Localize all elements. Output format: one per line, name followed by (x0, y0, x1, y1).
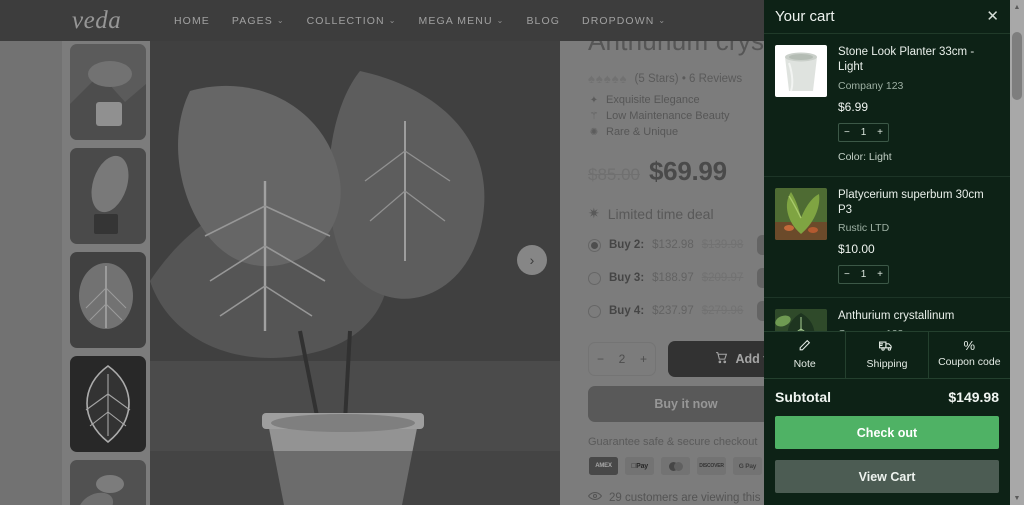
cart-coupon-label: Coupon code (938, 356, 1001, 368)
checkout-button[interactable]: Check out (775, 416, 999, 449)
quantity-decrease-button[interactable]: − (844, 127, 850, 138)
scroll-up-arrow[interactable]: ▲ (1010, 0, 1024, 14)
cart-item: Anthurium crystallinum Company 123 (764, 298, 1010, 331)
quantity-value: 1 (860, 269, 867, 281)
quantity-value: 1 (860, 126, 867, 138)
cart-item-name[interactable]: Anthurium crystallinum (838, 309, 999, 324)
cart-item-vendor: Company 123 (838, 328, 999, 331)
cart-item-vendor: Company 123 (838, 79, 904, 92)
cart-item-price: $10.00 (838, 242, 875, 257)
cart-coupon-button[interactable]: % Coupon code (927, 332, 1010, 378)
quantity-increase-button[interactable]: + (877, 269, 883, 280)
cart-action-bar: Note Shipping % Coupon code (764, 331, 1010, 379)
cart-item: Platycerium superbum 30cm P3 Rustic LTD … (764, 177, 1010, 299)
quantity-increase-button[interactable]: + (877, 127, 883, 138)
cart-item-thumbnail[interactable] (775, 187, 827, 240)
cart-drawer: Your cart ✕ Stone Look Planter 33cm - Li… (764, 0, 1010, 505)
cart-item-thumbnail[interactable] (775, 309, 827, 331)
cart-item-info: Anthurium crystallinum Company 123 (838, 309, 999, 331)
cart-note-label: Note (793, 358, 816, 370)
cart-item-name[interactable]: Platycerium superbum 30cm P3 (838, 188, 999, 219)
cart-item-quantity-stepper[interactable]: − 1 + (838, 122, 889, 142)
subtotal-label: Subtotal (775, 389, 831, 405)
checkout-label: Check out (856, 425, 918, 440)
view-cart-label: View Cart (858, 469, 916, 484)
cart-item-price: $6.99 (838, 99, 869, 114)
scroll-down-arrow[interactable]: ▼ (1010, 491, 1024, 505)
cart-shipping-label: Shipping (866, 358, 908, 370)
view-cart-button[interactable]: View Cart (775, 460, 999, 493)
cart-item-name[interactable]: Stone Look Planter 33cm - Light (838, 45, 999, 76)
cart-header: Your cart ✕ (764, 0, 1010, 34)
cart-item: Stone Look Planter 33cm - Light Company … (764, 34, 1010, 177)
screen: › Anthurium crystallinum ♠♠♠♠♠ (5 Stars)… (0, 0, 1024, 505)
percent-icon: % (963, 338, 976, 353)
planter-image (775, 45, 827, 97)
cart-note-button[interactable]: Note (764, 332, 845, 378)
scrollbar-thumb[interactable] (1012, 32, 1022, 100)
cart-item-info: Platycerium superbum 30cm P3 Rustic LTD … (838, 188, 999, 285)
staghorn-fern-image (775, 187, 827, 240)
cart-items-list[interactable]: Stone Look Planter 33cm - Light Company … (764, 34, 1010, 331)
anthurium-image (775, 309, 827, 331)
subtotal-row: Subtotal $149.98 (775, 389, 999, 405)
cart-item-vendor: Rustic LTD (838, 222, 890, 235)
cart-shipping-button[interactable]: Shipping (845, 332, 927, 378)
truck-icon (879, 339, 894, 354)
cart-item-info: Stone Look Planter 33cm - Light Company … (838, 45, 999, 163)
subtotal-value: $149.98 (948, 389, 999, 405)
scrollbar-track[interactable] (1010, 14, 1024, 491)
cart-item-quantity-stepper[interactable]: − 1 + (838, 265, 889, 285)
cart-item-option: Color: Light (838, 150, 892, 163)
cart-title: Your cart (775, 8, 835, 25)
cart-footer: Subtotal $149.98 Check out View Cart (764, 379, 1010, 505)
browser-scrollbar[interactable]: ▲ ▼ (1010, 0, 1024, 505)
close-icon[interactable]: ✕ (986, 9, 999, 24)
cart-item-thumbnail[interactable] (775, 45, 827, 97)
pencil-icon (798, 339, 811, 354)
quantity-decrease-button[interactable]: − (844, 269, 850, 280)
